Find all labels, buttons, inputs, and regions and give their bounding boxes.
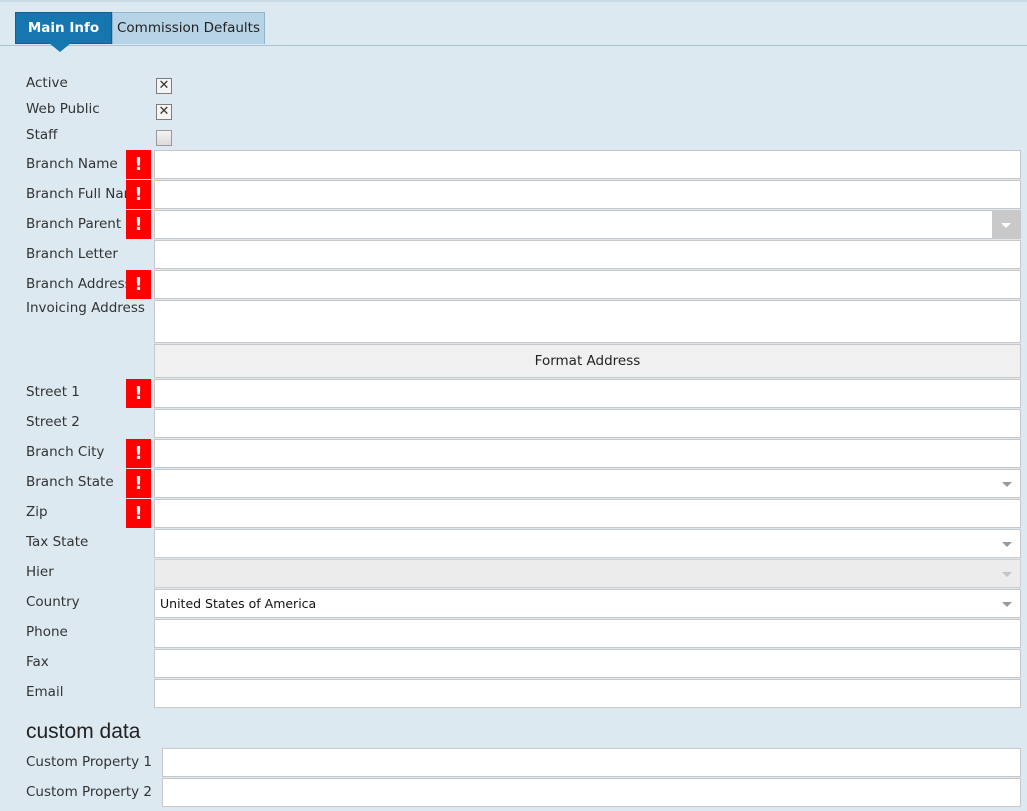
phone-input[interactable]: [154, 619, 1021, 648]
zip-input[interactable]: [154, 499, 1021, 528]
country-select[interactable]: United States of America: [154, 589, 1021, 618]
branch-name-label: Branch Name: [26, 156, 118, 172]
chevron-down-icon: [1002, 542, 1012, 547]
branch-city-input[interactable]: [154, 439, 1021, 468]
web-public-checkbox[interactable]: ✕: [156, 104, 172, 120]
tab-main-info[interactable]: Main Info: [15, 12, 112, 52]
branch-letter-input[interactable]: [154, 240, 1021, 269]
hier-label: Hier: [26, 564, 54, 580]
required-icon: !: [126, 150, 151, 179]
branch-state-select[interactable]: [154, 469, 1021, 498]
branch-full-name-label: Branch Full Nar: [26, 186, 130, 202]
invoicing-address-label: Invoicing Address: [26, 300, 145, 316]
staff-checkbox[interactable]: [156, 130, 172, 146]
email-label: Email: [26, 684, 64, 700]
fax-input[interactable]: [154, 649, 1021, 678]
required-icon: !: [126, 180, 151, 209]
country-selected-value: United States of America: [160, 596, 317, 611]
custom-property-1-input[interactable]: [162, 748, 1021, 777]
required-icon: !: [126, 270, 151, 299]
chevron-down-icon: [1001, 223, 1011, 228]
street2-input[interactable]: [154, 409, 1021, 438]
branch-name-input[interactable]: [154, 150, 1021, 179]
active-label: Active: [26, 75, 68, 91]
branch-parent-label: Branch Parent: [26, 216, 122, 232]
custom-property-2-label: Custom Property 2: [26, 784, 153, 800]
branch-full-name-input[interactable]: [154, 180, 1021, 209]
tax-state-select[interactable]: [154, 529, 1021, 558]
fax-label: Fax: [26, 654, 49, 670]
chevron-down-icon: [1002, 482, 1012, 487]
branch-state-label: Branch State: [26, 474, 114, 490]
country-label: Country: [26, 594, 80, 610]
hier-select: [154, 559, 1021, 588]
required-icon: !: [126, 210, 151, 239]
street1-label: Street 1: [26, 384, 80, 400]
branch-letter-label: Branch Letter: [26, 246, 118, 262]
active-checkbox[interactable]: ✕: [156, 78, 172, 94]
phone-label: Phone: [26, 624, 68, 640]
staff-label: Staff: [26, 127, 58, 143]
tab-bar: Main Info Commission Defaults: [0, 12, 1027, 52]
street2-label: Street 2: [26, 414, 80, 430]
branch-city-label: Branch City: [26, 444, 105, 460]
branch-address-label: Branch Address: [26, 276, 132, 292]
required-icon: !: [126, 439, 151, 468]
invoicing-address-textarea[interactable]: [154, 300, 1021, 343]
tax-state-label: Tax State: [26, 534, 89, 550]
chevron-down-icon: [1002, 602, 1012, 607]
branch-address-input[interactable]: [154, 270, 1021, 299]
dropdown-button[interactable]: [992, 211, 1020, 238]
required-icon: !: [126, 499, 151, 528]
format-address-button[interactable]: Format Address: [154, 344, 1021, 378]
chevron-down-icon: [1002, 572, 1012, 577]
required-icon: !: [126, 379, 151, 408]
section-heading-custom-data: custom data: [26, 720, 141, 743]
zip-label: Zip: [26, 504, 48, 520]
top-border: [0, 0, 1027, 2]
web-public-label: Web Public: [26, 101, 100, 117]
required-icon: !: [126, 469, 151, 498]
street1-input[interactable]: [154, 379, 1021, 408]
branch-parent-select[interactable]: [154, 210, 1021, 239]
custom-property-1-label: Custom Property 1: [26, 754, 153, 770]
email-input[interactable]: [154, 679, 1021, 708]
custom-property-2-input[interactable]: [162, 778, 1021, 807]
tab-commission-defaults[interactable]: Commission Defaults: [112, 12, 265, 44]
